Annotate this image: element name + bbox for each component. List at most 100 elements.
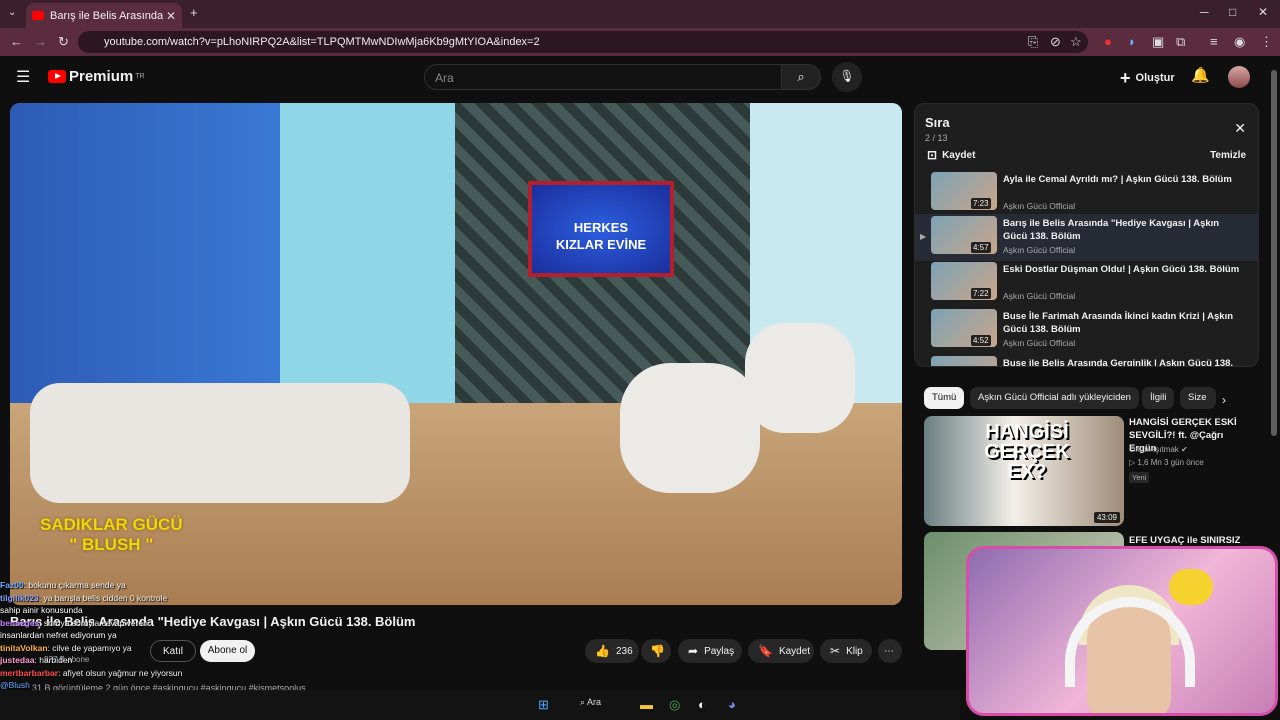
queue-item-channel: Aşkın Gücü Official (1003, 338, 1076, 348)
media-icon[interactable]: ≡ (1210, 34, 1218, 49)
clip-button[interactable]: ✂ Klip (820, 639, 872, 663)
back-icon[interactable]: ← (10, 34, 23, 49)
url-text: youtube.com/watch?v=pLhoNIRPQ2A&list=TLP… (104, 36, 540, 48)
recommendation-thumbnail[interactable]: HANGİSİ GERÇEK EX? 43:09 (924, 416, 1124, 526)
chevron-right-icon[interactable]: › (1222, 393, 1226, 407)
queue-item-channel: Aşkın Gücü Official (1003, 201, 1076, 211)
search-input[interactable]: Ara (424, 64, 782, 90)
dislike-button[interactable]: 👎 (641, 639, 671, 663)
save-button[interactable]: 🔖 Kaydet (748, 639, 814, 663)
voice-search-button[interactable]: 🎙 (832, 62, 862, 92)
logo-region: TR (135, 73, 145, 80)
chat-text: : bokunu çıkarma sende ya (23, 580, 126, 590)
video-duration: 43:09 (1093, 512, 1120, 523)
extensions-puzzle-icon[interactable]: ⧉ (1176, 34, 1185, 50)
tv-text-line1: HERKES (573, 220, 629, 235)
more-actions-button[interactable]: ⋯ (878, 639, 902, 663)
page-scrollbar[interactable] (1271, 70, 1277, 436)
reload-icon[interactable]: ↻ (58, 34, 69, 50)
new-tab-icon[interactable]: + (190, 5, 198, 20)
install-icon[interactable]: ⎘ (1028, 34, 1038, 50)
overlay-top-text: SADIKLAR GÜCÜ (40, 515, 183, 534)
chrome-icon[interactable]: ◎ (669, 697, 680, 713)
queue-save-button[interactable]: ⊡ Kaydet (927, 148, 975, 162)
browser-tab[interactable]: Barış ile Belis Arasında "Hediye ✕ (26, 3, 182, 28)
queue-thumbnail[interactable] (931, 356, 997, 366)
profile-icon[interactable]: ◉ (1234, 34, 1245, 50)
queue-item[interactable]: 7:23 Ayla ile Cemal Ayrıldı mı? | Aşkın G… (915, 170, 1258, 217)
hide-icon[interactable]: ⊘ (1050, 34, 1061, 50)
chat-username[interactable]: Faz00 (0, 580, 24, 590)
microphone-icon: 🎙 (839, 69, 855, 83)
taskbar-search[interactable]: ⌕ Ara (580, 697, 601, 708)
scissors-icon: ✂ (830, 644, 841, 658)
extension-red-icon[interactable]: ● (1104, 34, 1112, 49)
browser-tab-bar: ⌄ Barış ile Belis Arasında "Hediye ✕ + ─… (0, 0, 1280, 28)
queue-item[interactable]: Buse ile Belis Arasında Gerginlik | Aşkı… (915, 354, 1258, 366)
save-label: Kaydet (778, 645, 811, 657)
bookmark-star-icon[interactable]: ☆ (1070, 34, 1082, 50)
discord-icon[interactable]: ◕ (728, 697, 736, 712)
queue-item[interactable]: 4:52 Buse İle Farimah Arasında İkinci kad… (915, 307, 1258, 354)
scene-armchair (745, 323, 855, 433)
tab-list-icon[interactable]: ⌄ (8, 7, 16, 18)
search-button[interactable]: ⌕ (781, 64, 821, 90)
chat-username[interactable]: justedaa (0, 655, 35, 665)
filter-chip[interactable]: Tümü (924, 387, 965, 409)
share-button[interactable]: ➦ Paylaş (678, 639, 742, 663)
overlay-name-text: " BLUSH " (69, 535, 154, 554)
queue-save-label: Kaydet (942, 149, 976, 161)
queue-count: 2 / 13 (925, 133, 948, 143)
queue-title: Sıra (925, 115, 950, 130)
recommendation-channel[interactable]: Orkun Işıtmak ✔ (1129, 445, 1188, 454)
chat-message: tilgilik023: ya barışla belis cidden 0 k… (0, 593, 260, 606)
video-duration: 4:57 (971, 242, 991, 253)
minimize-button[interactable]: ─ (1200, 5, 1209, 19)
youtube-favicon-icon (32, 11, 44, 20)
chat-text: @Blush (0, 680, 30, 690)
windows-start-icon[interactable]: ⊞ (538, 697, 549, 713)
tv-text-line2: KIZLAR EVİNE (555, 237, 647, 252)
now-playing-icon: ▶ (920, 232, 927, 241)
search-icon: ⌕ (797, 69, 805, 84)
notifications-bell-icon[interactable]: 🔔 (1191, 66, 1210, 84)
tab-close-icon[interactable]: ✕ (166, 9, 176, 23)
chat-message: Faz00: bokunu çıkarma sende ya (0, 580, 260, 593)
queue-item-title: Buse İle Farimah Arasında İkinci kadın K… (1003, 311, 1234, 335)
scene-tv-screen: HERKES KIZLAR EVİNE (528, 181, 674, 277)
menu-dots-icon[interactable]: ⋮ (1260, 34, 1273, 50)
extension-audio-icon[interactable]: ◗ (1128, 34, 1136, 49)
account-avatar[interactable] (1228, 66, 1250, 88)
url-bar[interactable]: youtube.com/watch?v=pLhoNIRPQ2A&list=TLP… (78, 31, 1088, 53)
hamburger-menu-icon[interactable]: ☰ (16, 67, 30, 87)
queue-close-icon[interactable]: ✕ (1234, 120, 1246, 137)
filter-chip[interactable]: Aşkın Gücü Official adlı yükleyiciden (970, 387, 1139, 409)
new-badge: Yeni (1129, 472, 1150, 483)
verified-icon: ✔ (1181, 445, 1188, 454)
youtube-logo[interactable]: Premium TR (48, 68, 145, 85)
chat-username[interactable]: tinitaVolkan (0, 643, 48, 653)
filter-chip[interactable]: İlgili (1142, 387, 1175, 409)
like-button[interactable]: 👍 236 (585, 639, 639, 663)
video-player[interactable]: HERKES KIZLAR EVİNE SADIKLAR GÜCÜ " BLUS… (10, 103, 902, 605)
app-icon[interactable]: ◐ (698, 697, 706, 712)
chat-text: sahip ainir konusunda (0, 605, 83, 615)
queue-clear-button[interactable]: Temizle (1210, 150, 1246, 161)
close-window-button[interactable]: ✕ (1258, 5, 1268, 19)
chat-username[interactable]: mertbarbarbar (0, 668, 58, 678)
chat-message: tinitaVolkan: cilve de yapamıyo ya (0, 643, 260, 656)
file-explorer-icon[interactable]: ▬ (640, 697, 653, 712)
chat-username[interactable]: benozges (0, 618, 39, 628)
extension-icon[interactable]: ▣ (1152, 34, 1164, 50)
create-label: Oluştur (1135, 72, 1175, 84)
scene-blue-wall (10, 103, 290, 423)
create-button[interactable]: + Oluştur (1120, 67, 1175, 89)
forward-icon[interactable]: → (34, 34, 47, 49)
chat-username[interactable]: tilgilik023 (0, 593, 39, 603)
queue-item[interactable]: ▶ 4:57 Barış ile Belis Arasında "Hediye Ka… (915, 214, 1258, 261)
maximize-button[interactable]: □ (1229, 5, 1236, 19)
queue-item[interactable]: 7:22 Eski Dostlar Düşman Oldu! | Aşkın Gü… (915, 260, 1258, 307)
chat-text: : soruya soruyla cevap veren (39, 617, 148, 628)
thumbnail-overlay-text: HANGİSİ GERÇEK EX? (984, 421, 1070, 483)
filter-chip[interactable]: Size (1180, 387, 1216, 409)
